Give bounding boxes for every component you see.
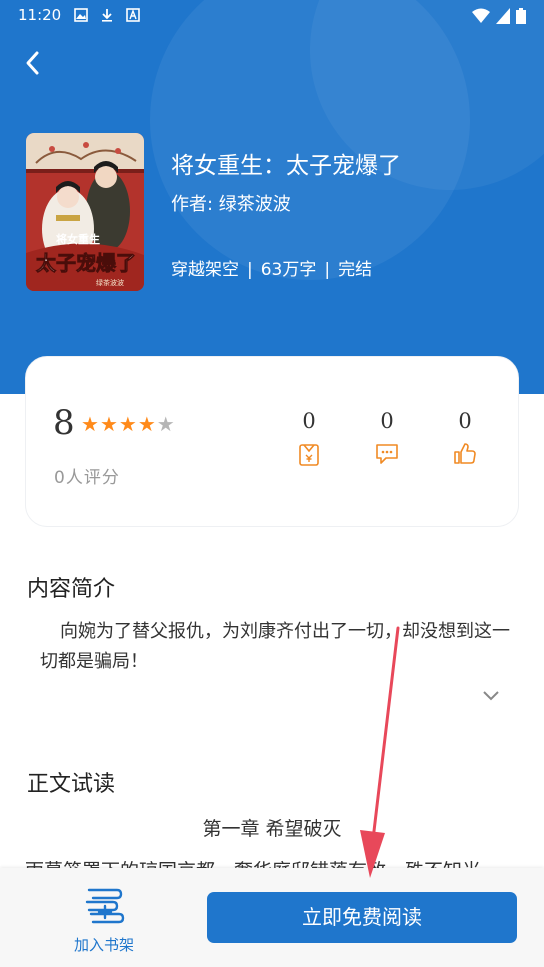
wifi-icon [472,8,490,23]
book-status: 完结 [338,260,373,280]
like-stat[interactable]: 0 [435,409,495,465]
star-filled-icon: ★ [81,412,100,436]
book-cover: 将女重生 太子宠爆了 绿茶波波 [26,133,144,291]
star-filled-icon: ★ [99,412,119,436]
cover-author: 绿茶波波 [96,278,124,287]
star-filled-icon: ★ [137,412,157,436]
book-meta: 穿越架空 | 63万字 | 完结 [171,255,372,280]
back-icon[interactable] [18,48,48,78]
bottom-action-bar: 加入书架 立即免费阅读 [0,868,544,967]
read-free-button[interactable]: 立即免费阅读 [207,892,517,943]
ticket-count: 0 [302,409,316,433]
chapter-title: 第一章 希望破灭 [202,818,342,840]
cover-title-main: 太子宠爆了 [36,251,136,275]
battery-icon [516,8,526,24]
ticket-icon [299,444,319,466]
star-filled-icon: ★ [118,412,138,436]
download-icon [102,9,112,22]
status-time: 11:20 [18,6,62,24]
status-bar: 11:20 [0,0,544,30]
bookshelf-add-icon [85,888,125,924]
gallery-icon [74,8,88,22]
meta-separator: | [324,260,331,280]
star-empty-icon: ★ [156,412,176,436]
chevron-down-icon[interactable] [482,688,500,702]
book-title: 将女重生：太子宠爆了 [171,153,401,179]
add-to-shelf-button[interactable]: 加入书架 [66,886,142,955]
comment-icon [376,444,398,464]
comment-count: 0 [380,409,394,433]
comment-stat[interactable]: 0 [357,409,417,465]
preview-heading: 正文试读 [27,772,116,797]
intro-heading: 内容简介 [27,577,116,602]
add-to-shelf-label: 加入书架 [73,936,134,954]
like-count: 0 [458,409,472,433]
book-header: 11:20 将女重生 太子宠爆了 绿茶波波 将女重生：太子宠爆了 作者: 绿茶波… [0,0,544,394]
rating-card: 8 ★★★★★ 0人评分 0 0 0 [25,356,519,527]
notification-a-icon [126,8,140,22]
intro-text: 向婉为了替父报仇，为刘康齐付出了一切，却没想到这一切都是骗局！ [40,621,510,672]
book-genre: 穿越架空 [171,260,239,280]
book-author: 作者: 绿茶波波 [171,194,291,215]
rating-stars: ★★★★★ [81,412,176,436]
cover-title-top: 将女重生 [56,232,100,246]
thumbs-up-icon [454,443,476,464]
signal-icon [496,8,510,24]
rating-score: 8 [53,403,75,443]
meta-separator: | [247,260,253,280]
cover-artwork: 将女重生 太子宠爆了 绿茶波波 [26,133,144,291]
rating-count: 0人评分 [54,468,120,488]
book-word-count: 63万字 [260,260,317,280]
ticket-stat[interactable]: 0 [279,409,339,467]
